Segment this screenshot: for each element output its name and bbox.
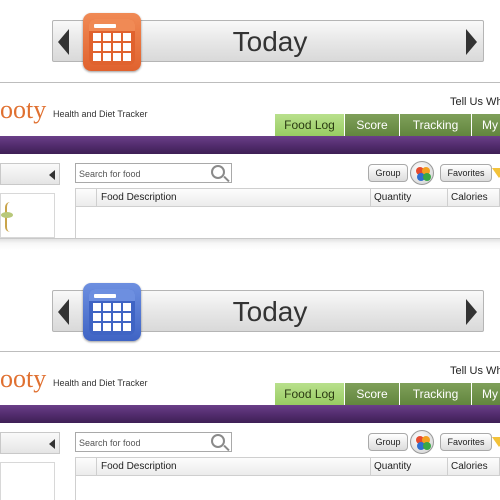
- food-table-body: [75, 207, 500, 238]
- food-table-header: Food Description Quantity Calories: [75, 188, 500, 207]
- group-color-dots-icon[interactable]: [410, 161, 434, 185]
- main-tabs: Food Log Score Tracking My: [275, 114, 500, 142]
- group-button[interactable]: Group: [368, 164, 408, 182]
- sidebar-dropdown[interactable]: [0, 432, 60, 454]
- logo: ooty: [0, 95, 47, 124]
- food-table-body: [75, 476, 500, 500]
- column-calories[interactable]: Calories: [451, 192, 488, 203]
- tagline: Health and Diet Tracker: [53, 109, 148, 119]
- select-column: [76, 189, 97, 206]
- favorites-button[interactable]: Favorites: [440, 164, 492, 182]
- column-quantity[interactable]: Quantity: [374, 461, 411, 472]
- tab-score[interactable]: Score: [345, 383, 400, 405]
- main-tabs: Food Log Score Tracking My: [275, 383, 500, 411]
- panel-orange: Today ooty Health and Diet Tracker Tell …: [0, 0, 500, 238]
- next-day-arrow-icon[interactable]: [466, 299, 477, 325]
- search-icon[interactable]: [211, 165, 225, 179]
- group-color-dots-icon[interactable]: [410, 430, 434, 454]
- today-label: Today: [232, 296, 308, 327]
- group-button[interactable]: Group: [368, 433, 408, 451]
- column-food-description[interactable]: Food Description: [101, 461, 177, 472]
- nav-band: [0, 405, 500, 423]
- column-calories[interactable]: Calories: [451, 461, 488, 472]
- app-header: ooty Health and Diet Tracker Tell Us Wh …: [0, 82, 500, 142]
- today-label: Today: [232, 26, 308, 57]
- search-input[interactable]: [79, 166, 204, 181]
- tab-my[interactable]: My: [472, 383, 500, 405]
- sidebar-dropdown[interactable]: [0, 163, 60, 185]
- select-column: [76, 458, 97, 475]
- tagline: Health and Diet Tracker: [53, 378, 148, 388]
- column-quantity[interactable]: Quantity: [374, 192, 411, 203]
- logo: ooty: [0, 364, 47, 393]
- date-navigator: Today: [52, 283, 484, 341]
- panel-divider: [0, 238, 500, 250]
- food-table-header: Food Description Quantity Calories: [75, 457, 500, 476]
- tell-us-link[interactable]: Tell Us Wh: [450, 365, 500, 377]
- food-search: [75, 432, 232, 452]
- search-icon[interactable]: [211, 434, 225, 448]
- column-food-description[interactable]: Food Description: [101, 192, 177, 203]
- food-image: [0, 462, 55, 500]
- tab-tracking[interactable]: Tracking: [400, 383, 472, 405]
- panel-blue: Today ooty Health and Diet Tracker Tell …: [0, 250, 500, 500]
- tab-score[interactable]: Score: [345, 114, 400, 136]
- filter-icon[interactable]: [492, 168, 500, 178]
- tab-food-log[interactable]: Food Log: [275, 114, 345, 142]
- next-day-arrow-icon[interactable]: [466, 29, 477, 55]
- search-input[interactable]: [79, 435, 204, 450]
- date-navigator: Today: [52, 13, 484, 71]
- nav-band: [0, 136, 500, 154]
- filter-icon[interactable]: [492, 437, 500, 447]
- app-header: ooty Health and Diet Tracker Tell Us Wh …: [0, 351, 500, 411]
- collapse-arrow-icon[interactable]: [49, 170, 55, 180]
- tab-my[interactable]: My: [472, 114, 500, 136]
- food-search: [75, 163, 232, 183]
- collapse-arrow-icon[interactable]: [49, 439, 55, 449]
- tab-food-log[interactable]: Food Log: [275, 383, 345, 411]
- tab-tracking[interactable]: Tracking: [400, 114, 472, 136]
- tell-us-link[interactable]: Tell Us Wh: [450, 96, 500, 108]
- food-image: [0, 193, 55, 238]
- favorites-button[interactable]: Favorites: [440, 433, 492, 451]
